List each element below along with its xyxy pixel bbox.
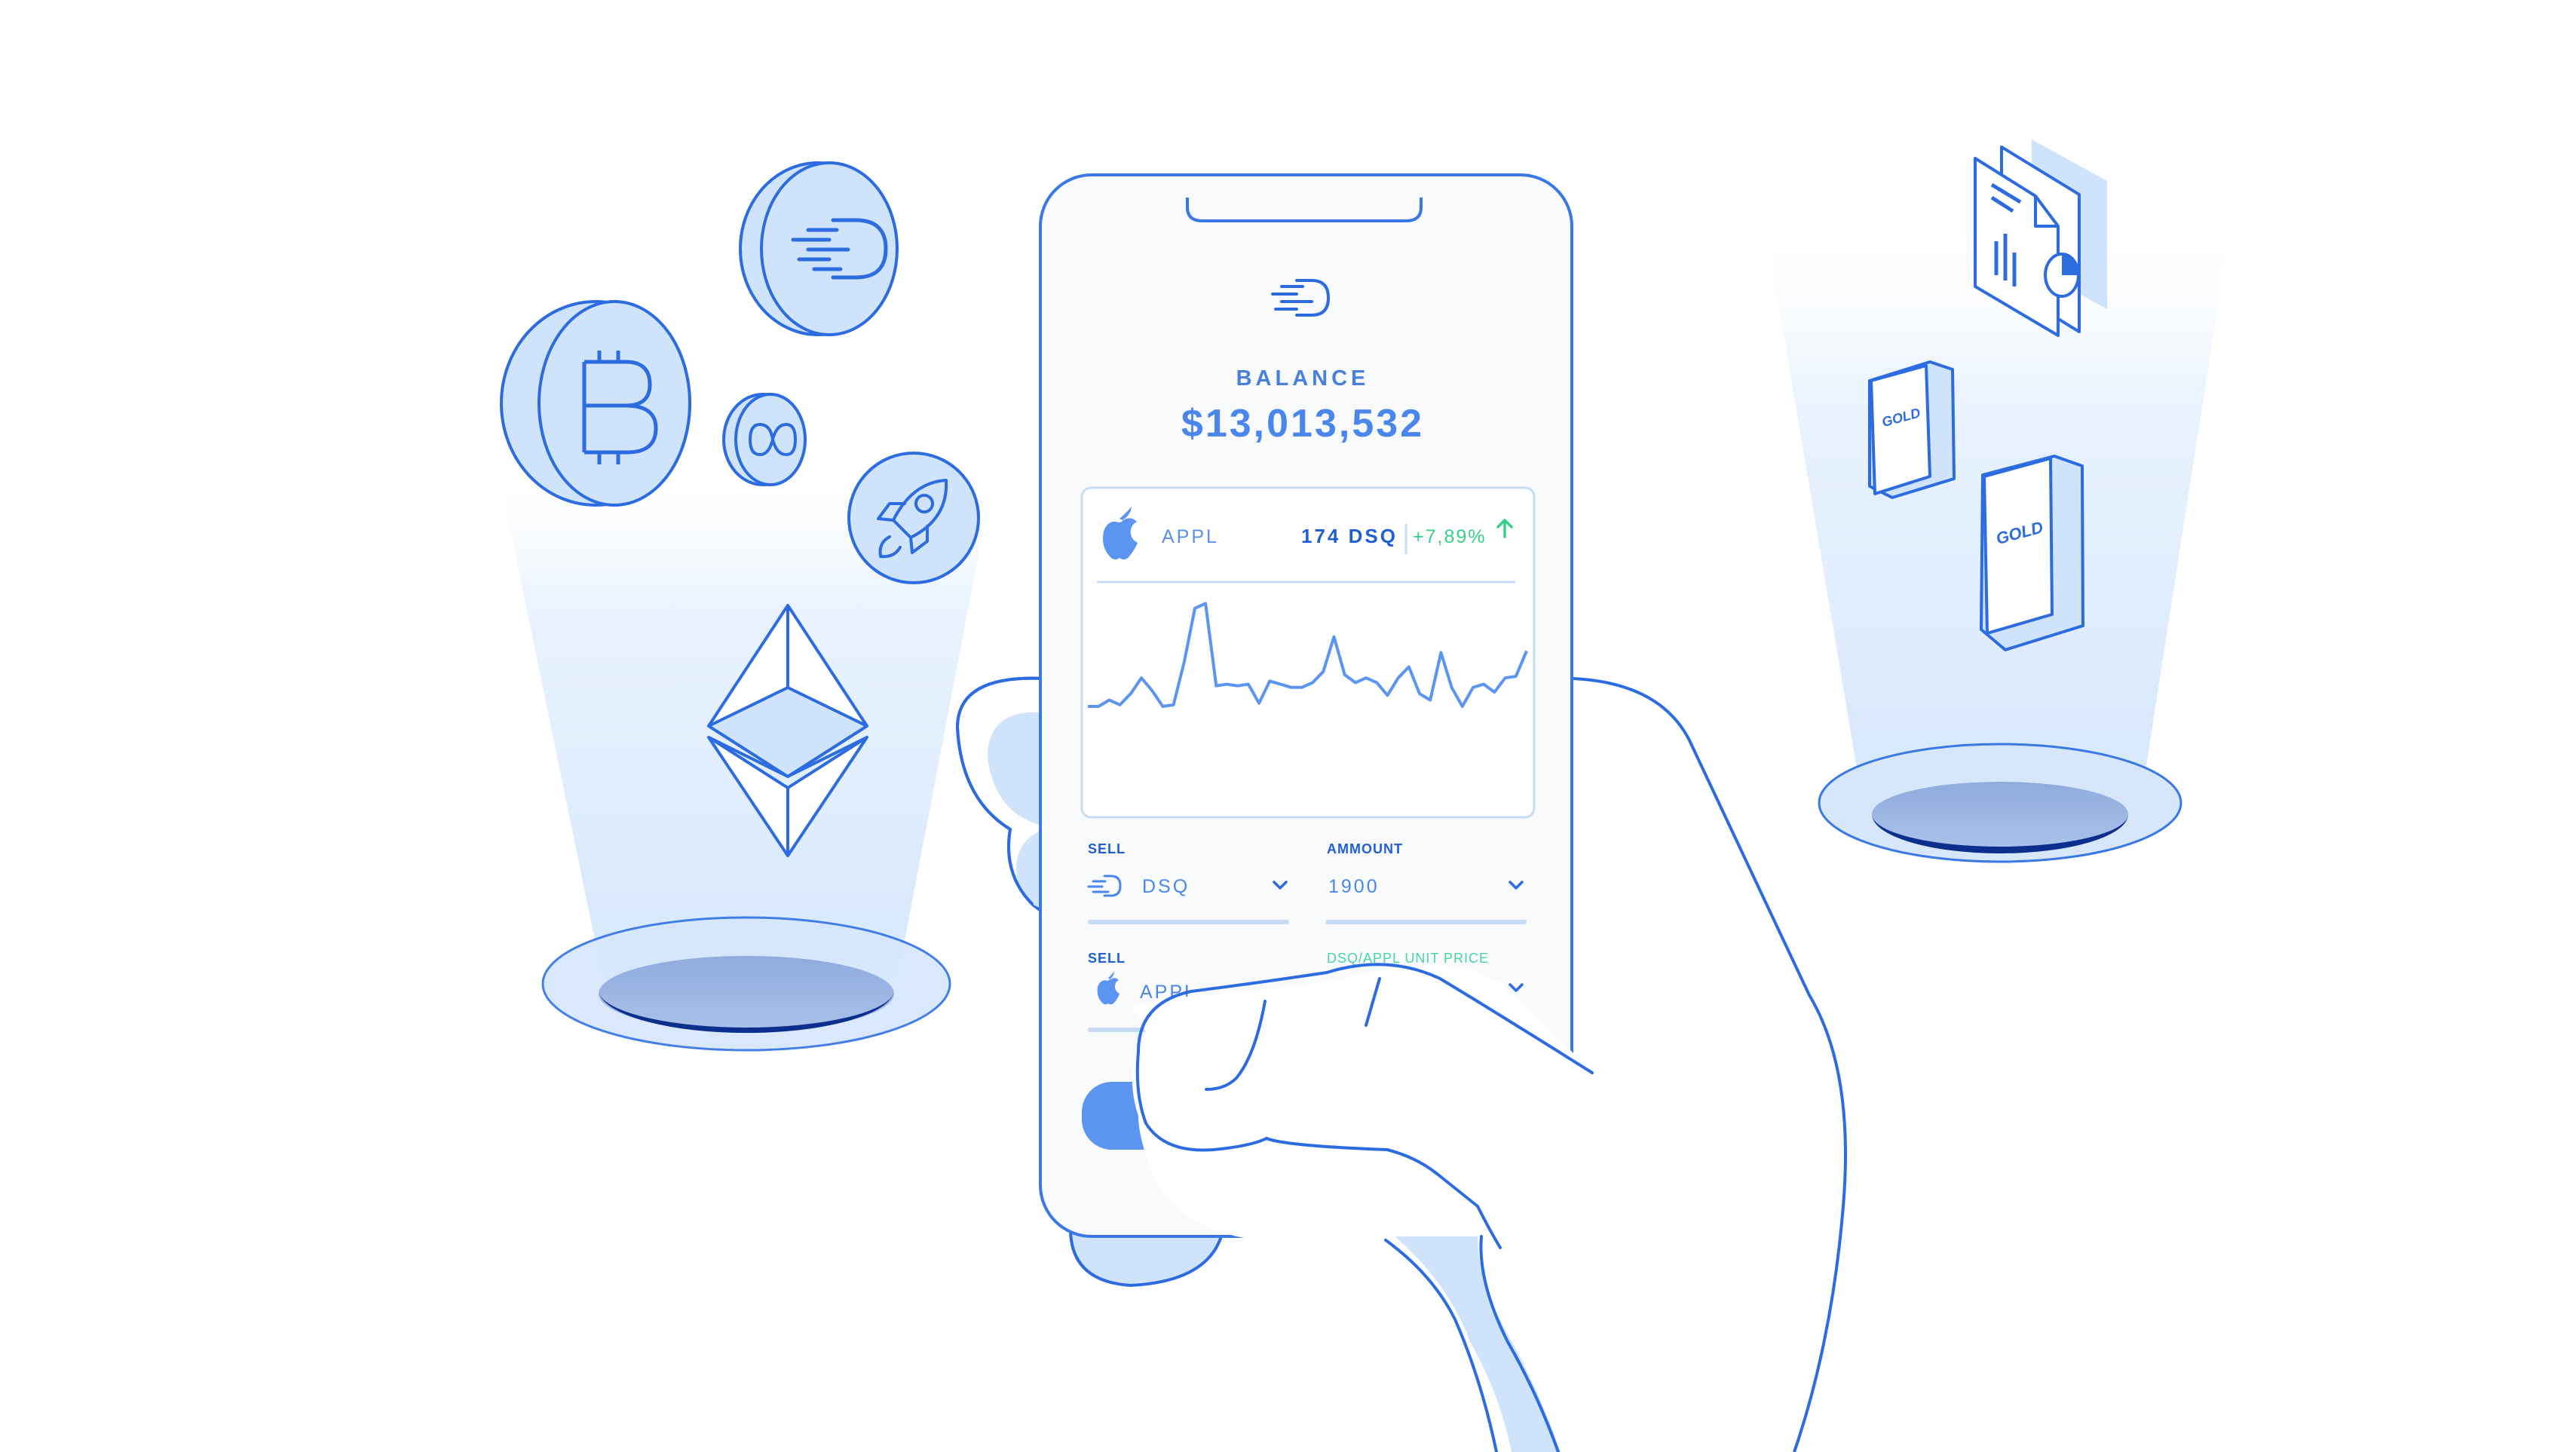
illustration-scene: GOLD GOLD BALANCE $13,013,532 APPL 174 D…	[0, 0, 2576, 1452]
hand-foreground	[1131, 963, 1711, 1452]
